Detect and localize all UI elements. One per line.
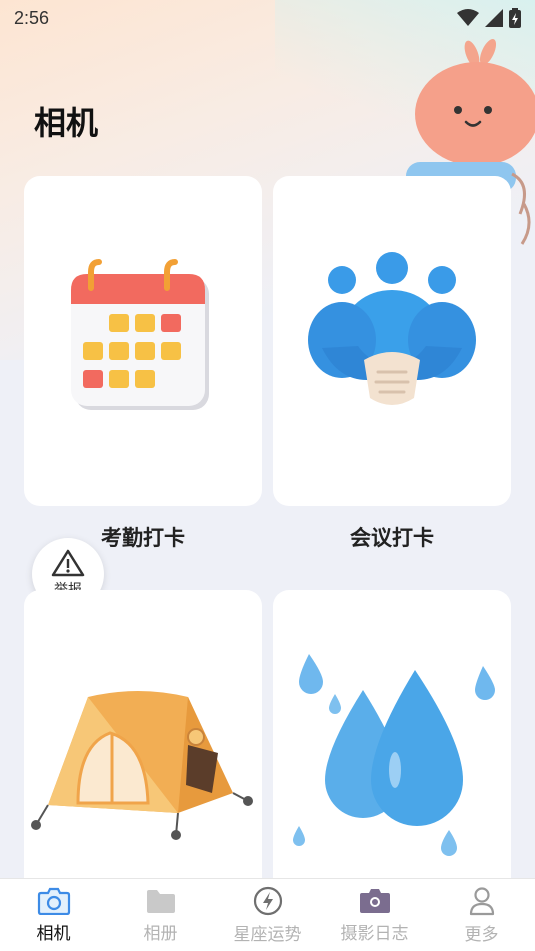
water-drops-icon (293, 654, 495, 856)
user-icon (469, 886, 494, 915)
page-title: 相机 (34, 104, 99, 142)
tab-photo-diary-label: 摄影日志 (340, 923, 409, 944)
folder-icon (146, 889, 175, 913)
status-bar: 2:56 (0, 0, 535, 36)
card-meeting-label: 会议打卡 (350, 526, 434, 550)
camera-icon (37, 887, 70, 915)
card-meeting[interactable] (273, 176, 511, 506)
handshake-icon (308, 252, 476, 405)
tab-more-label: 更多 (464, 924, 499, 945)
tab-more[interactable]: 更多 (428, 886, 535, 945)
status-icons (457, 8, 521, 28)
card-tent[interactable] (24, 590, 262, 920)
camera-diary-icon (359, 888, 390, 913)
tab-horoscope[interactable]: 星座运势 (214, 886, 321, 945)
tent-icon (31, 691, 253, 840)
battery-icon (509, 8, 521, 28)
warning-icon (51, 549, 85, 577)
tab-camera[interactable]: 相机 (0, 887, 107, 944)
tab-camera-label: 相机 (36, 923, 71, 944)
tab-album-label: 相册 (143, 923, 178, 944)
status-time: 2:56 (14, 7, 50, 28)
wifi-icon (457, 9, 479, 26)
calendar-icon (71, 259, 209, 410)
lightning-icon (253, 886, 282, 915)
card-attendance[interactable] (24, 176, 262, 506)
tab-photo-diary[interactable]: 摄影日志 (321, 887, 428, 944)
signal-icon (485, 9, 503, 27)
card-water[interactable] (273, 590, 511, 920)
tab-horoscope-label: 星座运势 (233, 924, 302, 945)
tab-album[interactable]: 相册 (107, 887, 214, 944)
bottom-tab-bar: 相机 相册 星座运势 摄影日志 更多 (0, 878, 535, 951)
